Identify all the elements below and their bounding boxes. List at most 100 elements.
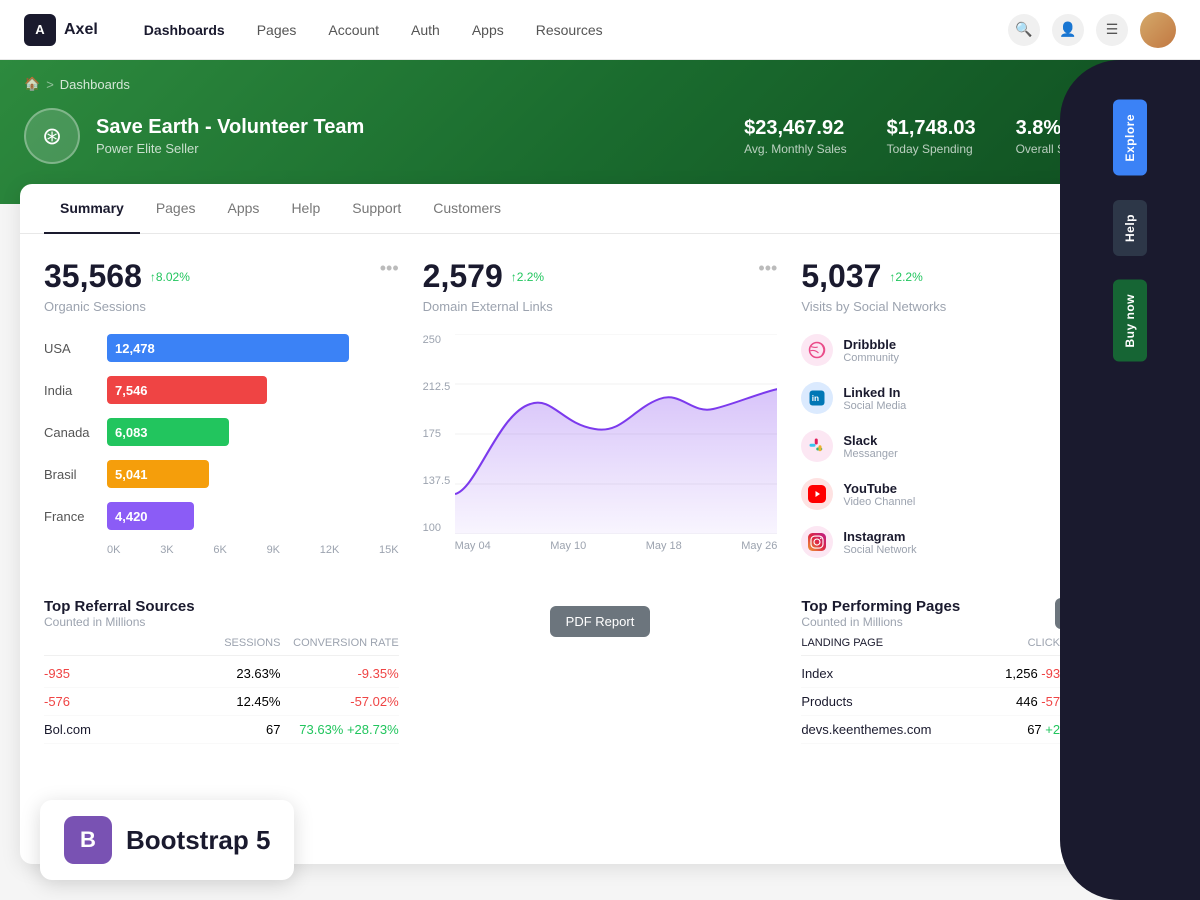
bar-wrap-brasil: 5,041: [107, 460, 399, 488]
links-badge: ↑2.2%: [511, 270, 544, 284]
nav-auth[interactable]: Auth: [397, 14, 454, 46]
sessions-label: Organic Sessions: [44, 299, 399, 314]
metric-header-links: 2,579 ↑2.2% •••: [423, 258, 778, 295]
linkedin-icon: in: [801, 382, 833, 414]
referral-sub: Counted in Millions: [44, 615, 399, 629]
logo-icon: A: [24, 14, 56, 46]
pdf-report-button[interactable]: PDF Report: [550, 606, 651, 637]
sessions-bar-chart: USA 12,478 India 7,546 Canada 6,083: [44, 334, 399, 556]
nav-right: 🔍 👤 ☰: [1008, 12, 1176, 48]
country-france: France: [44, 509, 99, 524]
referral-sessions-2: -576: [44, 694, 202, 709]
y-axis-labels: 250 212.5 175 137.5 100: [423, 334, 451, 534]
bar-brasil: Brasil 5,041: [44, 460, 399, 488]
user-avatar[interactable]: [1140, 12, 1176, 48]
navbar: A Axel Dashboards Pages Account Auth App…: [0, 0, 1200, 60]
line-chart-svg: [455, 334, 778, 534]
notifications-button[interactable]: 👤: [1052, 14, 1084, 46]
bar-wrap-france: 4,420: [107, 502, 399, 530]
header-info: Save Earth - Volunteer Team Power Elite …: [96, 116, 364, 156]
tab-customers[interactable]: Customers: [417, 184, 517, 234]
bar-canada: Canada 6,083: [44, 418, 399, 446]
tab-summary[interactable]: Summary: [44, 184, 140, 234]
referral-rate-2: 12.45%: [202, 694, 281, 709]
country-canada: Canada: [44, 425, 99, 440]
home-icon: 🏠: [24, 76, 40, 92]
svg-text:in: in: [812, 394, 819, 403]
tabs-bar: Summary Pages Apps Help Support Customer…: [20, 184, 1180, 234]
pages-title: Top Performing Pages: [801, 598, 960, 615]
col-rate-header: CONVERSION RATE: [280, 637, 398, 649]
nav-dashboards[interactable]: Dashboards: [130, 14, 239, 46]
referral-row-1: -935 23.63% -9.35%: [44, 660, 399, 688]
page-name-3: devs.keenthemes.com: [801, 722, 978, 737]
bar-wrap-india: 7,546: [107, 376, 399, 404]
bar-usa: USA 12,478: [44, 334, 399, 362]
nav-links: Dashboards Pages Account Auth Apps Resou…: [130, 14, 1008, 46]
bar-france: France 4,420: [44, 502, 399, 530]
tab-support[interactable]: Support: [336, 184, 417, 234]
referral-rate-3: 73.63% +28.73%: [280, 722, 398, 737]
breadcrumb: 🏠 > Dashboards: [24, 76, 1176, 92]
page-name-2: Products: [801, 694, 978, 709]
page-clicks-2: 446 -576: [979, 694, 1068, 709]
bar-india: India 7,546: [44, 376, 399, 404]
youtube-icon: [801, 478, 833, 510]
logo-area[interactable]: A Axel: [24, 14, 98, 46]
right-side-panel: Explore Help Buy now: [1060, 60, 1200, 900]
referral-table-header: SESSIONS CONVERSION RATE: [44, 637, 399, 656]
instagram-icon: [801, 526, 833, 558]
stat-monthly-sales: $23,467.92 Avg. Monthly Sales: [744, 117, 847, 156]
bar-fill-india: 7,546: [107, 376, 267, 404]
buy-now-side-btn[interactable]: Buy now: [1113, 280, 1147, 362]
pdf-section: PDF Report: [423, 598, 778, 744]
stat-spending-value: $1,748.03: [887, 117, 976, 140]
bar-fill-canada: 6,083: [107, 418, 229, 446]
nav-pages[interactable]: Pages: [243, 14, 311, 46]
bootstrap-label: Bootstrap 5: [126, 825, 270, 856]
country-brasil: Brasil: [44, 467, 99, 482]
breadcrumb-sep: >: [46, 77, 54, 92]
bootstrap-icon: B: [64, 816, 112, 864]
stat-monthly-value: $23,467.92: [744, 117, 847, 140]
bootstrap-badge: B Bootstrap 5: [40, 800, 294, 880]
tab-apps[interactable]: Apps: [212, 184, 276, 234]
nav-resources[interactable]: Resources: [522, 14, 617, 46]
col-sessions-header: SESSIONS: [202, 637, 281, 649]
col-landing-header: LANDING PAGE: [801, 637, 978, 649]
explore-side-btn[interactable]: Explore: [1113, 100, 1147, 176]
sessions-value: 35,568: [44, 258, 142, 295]
referral-sessions-3: 67: [202, 722, 281, 737]
bar-wrap-usa: 12,478: [107, 334, 399, 362]
bar-fill-france: 4,420: [107, 502, 194, 530]
links-value: 2,579: [423, 258, 503, 295]
country-usa: USA: [44, 341, 99, 356]
search-button[interactable]: 🔍: [1008, 14, 1040, 46]
main-content: 35,568 ↑8.02% ••• Organic Sessions USA 1…: [20, 234, 1180, 598]
nav-apps[interactable]: Apps: [458, 14, 518, 46]
page-clicks-3: 67 +24: [979, 722, 1068, 737]
dribbble-icon: [801, 334, 833, 366]
team-logo: ⊛: [24, 108, 80, 164]
menu-button[interactable]: ☰: [1096, 14, 1128, 46]
main-card: Summary Pages Apps Help Support Customer…: [20, 184, 1180, 864]
referral-section: Top Referral Sources Counted in Millions…: [44, 598, 399, 744]
pages-sub: Counted in Millions: [801, 615, 960, 629]
tab-help[interactable]: Help: [275, 184, 336, 234]
links-more-btn[interactable]: •••: [758, 258, 777, 279]
nav-account[interactable]: Account: [314, 14, 393, 46]
page-name-1: Index: [801, 666, 978, 681]
page-clicks-1: 1,256 -935: [979, 666, 1068, 681]
help-side-btn[interactable]: Help: [1113, 200, 1147, 256]
metric-header-sessions: 35,568 ↑8.02% •••: [44, 258, 399, 295]
referral-rate-change-1: -9.35%: [280, 666, 398, 681]
x-axis-labels: May 04May 10May 18May 26: [455, 540, 778, 552]
team-role: Power Elite Seller: [96, 141, 364, 156]
team-name: Save Earth - Volunteer Team: [96, 116, 364, 139]
sessions-more-btn[interactable]: •••: [380, 258, 399, 279]
referral-sessions-1: -935: [44, 666, 202, 681]
tab-pages[interactable]: Pages: [140, 184, 212, 234]
line-chart-wrap: 250 212.5 175 137.5 100: [423, 334, 778, 552]
col-clicks-header: CLICKS: [979, 637, 1068, 649]
sessions-badge: ↑8.02%: [150, 270, 190, 284]
